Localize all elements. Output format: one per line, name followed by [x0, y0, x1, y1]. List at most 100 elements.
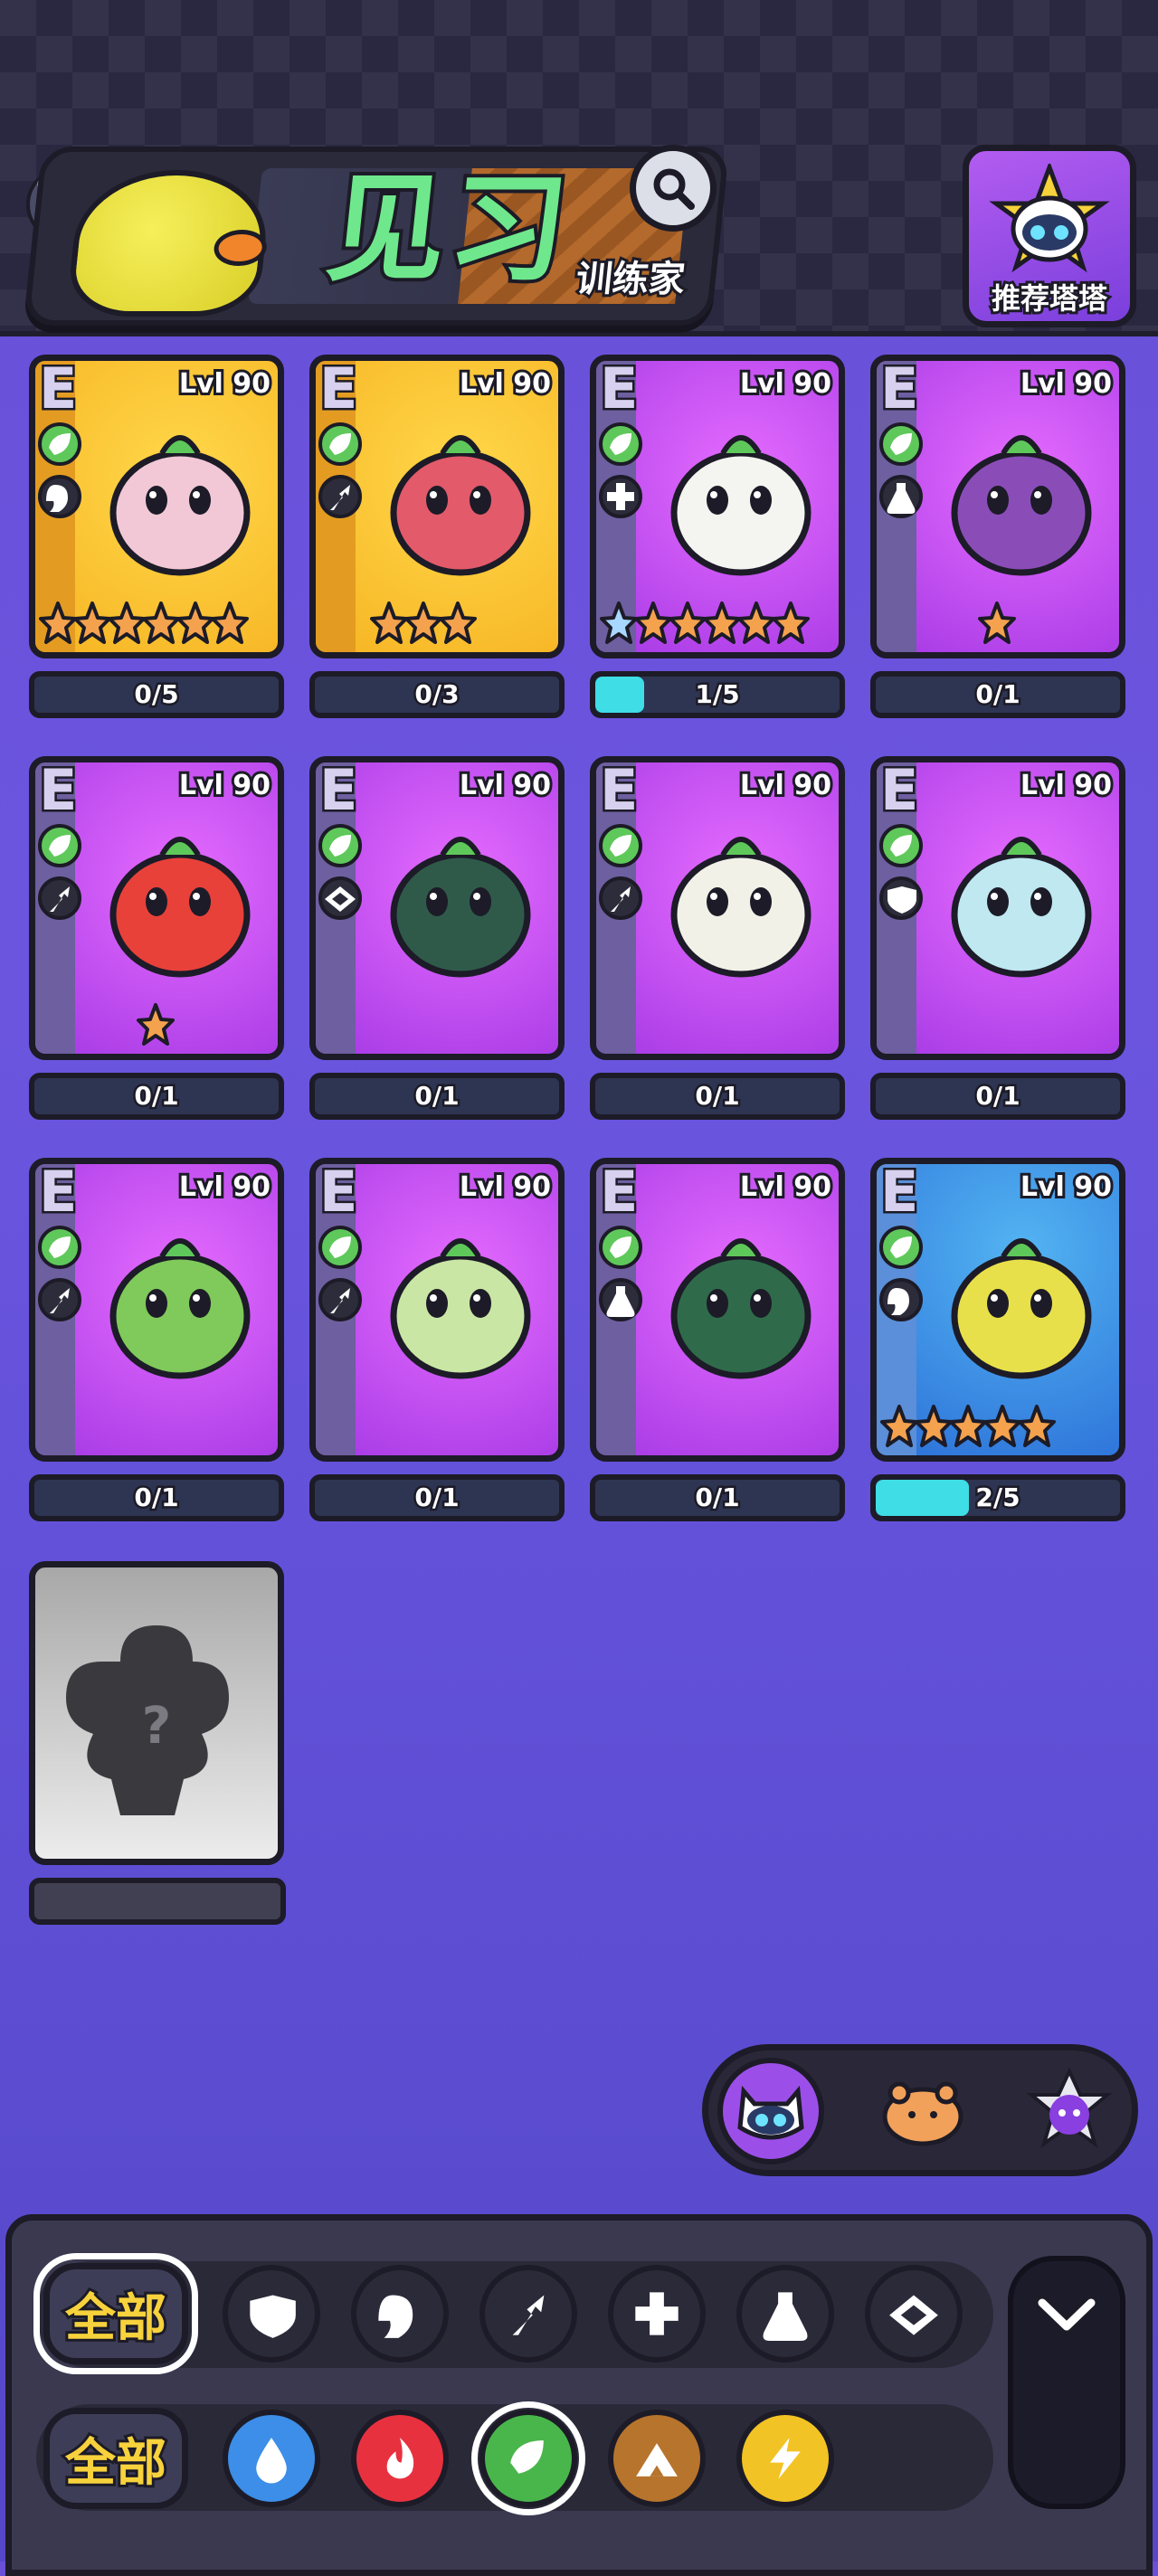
star-icon	[1018, 1405, 1056, 1447]
heal-role-icon	[599, 475, 642, 518]
banner-subtitle: 训练家	[572, 256, 690, 303]
eye-role-icon	[318, 876, 362, 920]
locked-card[interactable]: ?	[29, 1561, 284, 1865]
star-icon	[915, 1405, 953, 1447]
monster-card[interactable]: E Lvl 90	[870, 355, 1125, 658]
element-filter-water[interactable]	[223, 2410, 320, 2507]
shard-progress-bar: 0/1	[309, 1474, 565, 1521]
shard-progress-bar: 0/1	[29, 1073, 284, 1120]
progress-text: 0/1	[132, 1481, 181, 1515]
locked-progress-bar	[29, 1878, 286, 1925]
star-icon	[669, 601, 707, 644]
progress-text: 0/1	[413, 1481, 461, 1515]
attack-role-icon	[38, 1278, 81, 1321]
grass-icon	[510, 2440, 544, 2474]
recommend-button[interactable]: 推荐塔塔	[963, 145, 1136, 327]
star-icon	[772, 601, 810, 644]
role-filter-eye[interactable]	[865, 2265, 963, 2363]
monster-portrait	[670, 1238, 812, 1379]
role-filter-attack[interactable]	[479, 2265, 577, 2363]
view-tab-badge[interactable]	[1016, 2058, 1123, 2164]
progress-text: 0/3	[413, 677, 461, 712]
monster-card[interactable]: E Lvl 90	[309, 756, 565, 1060]
progress-text: 0/1	[693, 1079, 742, 1113]
view-tab-bread[interactable]	[869, 2058, 976, 2164]
trainer-rank-banner: 见习 训练家	[23, 147, 730, 326]
monster-card[interactable]: E Lvl 90	[870, 1158, 1125, 1462]
star-icon	[703, 601, 741, 644]
monster-portrait	[951, 837, 1092, 978]
level-label: Lvl 90	[737, 365, 834, 402]
monster-portrait	[109, 435, 251, 576]
attack-role-icon	[38, 876, 81, 920]
grass-element-icon	[599, 422, 642, 466]
element-filter-fire[interactable]	[351, 2410, 449, 2507]
monster-card[interactable]: E Lvl 90	[590, 756, 845, 1060]
monster-card[interactable]: E Lvl 90	[309, 355, 565, 658]
progress-text: 2/5	[973, 1481, 1022, 1515]
chevron-down-icon	[1035, 2295, 1098, 2334]
monster-card[interactable]: E Lvl 90	[29, 355, 284, 658]
star-icon	[142, 601, 180, 644]
grass-element-icon	[318, 422, 362, 466]
rank-letter: E	[878, 1159, 920, 1227]
level-label: Lvl 90	[1018, 365, 1115, 402]
level-label: Lvl 90	[1018, 1169, 1115, 1206]
shield-icon	[250, 2295, 296, 2338]
shard-progress-bar: 2/5	[870, 1474, 1125, 1521]
level-label: Lvl 90	[1018, 767, 1115, 804]
star-icon	[211, 601, 249, 644]
star-icon	[880, 1405, 918, 1447]
monster-card[interactable]: E Lvl 90	[590, 1158, 845, 1462]
progress-text: 0/1	[693, 1481, 742, 1515]
grass-element-icon	[318, 824, 362, 867]
star-icon	[949, 1405, 987, 1447]
search-button[interactable]	[630, 145, 717, 232]
role-filter-heal[interactable]	[608, 2265, 706, 2363]
attack-role-icon	[318, 1278, 362, 1321]
grass-element-icon	[879, 1226, 923, 1269]
element-filter-grass[interactable]	[471, 2401, 585, 2515]
element-filter-all[interactable]: 全部	[43, 2408, 188, 2509]
shard-progress-bar: 0/1	[29, 1474, 284, 1521]
monster-portrait	[670, 435, 812, 576]
view-tab-tata[interactable]	[717, 2058, 824, 2164]
level-label: Lvl 90	[457, 1169, 554, 1206]
role-filter-shield[interactable]	[223, 2265, 320, 2363]
shard-progress-bar: 0/1	[590, 1474, 845, 1521]
level-label: Lvl 90	[176, 767, 273, 804]
star-rating	[39, 600, 249, 652]
progress-text: 0/1	[132, 1079, 181, 1113]
rank-letter: E	[878, 757, 920, 826]
monster-card[interactable]: E Lvl 90	[29, 1158, 284, 1462]
collapse-button[interactable]	[1008, 2256, 1125, 2509]
potion-role-icon	[599, 1278, 642, 1321]
star-icon	[978, 601, 1016, 644]
shard-progress-bar: 0/1	[590, 1073, 845, 1120]
element-filter-earth[interactable]	[608, 2410, 706, 2507]
rank-letter: E	[36, 355, 79, 424]
attack-role-icon	[599, 876, 642, 920]
role-filter-potion[interactable]	[736, 2265, 834, 2363]
star-icon	[634, 601, 672, 644]
star-rating	[137, 1001, 175, 1054]
role-filter-all[interactable]: 全部	[33, 2253, 198, 2374]
element-filter-electric[interactable]	[736, 2410, 834, 2507]
monster-card[interactable]: E Lvl 90	[29, 756, 284, 1060]
monster-portrait	[390, 1238, 531, 1379]
monster-card[interactable]: E Lvl 90	[309, 1158, 565, 1462]
monster-card[interactable]: E Lvl 90	[870, 756, 1125, 1060]
recommend-label: 推荐塔塔	[989, 279, 1110, 318]
shield-role-icon	[879, 876, 923, 920]
level-label: Lvl 90	[176, 365, 273, 402]
progress-text: 0/1	[413, 1079, 461, 1113]
monster-portrait	[109, 837, 251, 978]
star-icon	[73, 601, 111, 644]
grass-element-icon	[879, 422, 923, 466]
attack-role-icon	[318, 475, 362, 518]
star-rating	[978, 600, 1016, 652]
shard-progress-bar: 0/5	[29, 671, 284, 718]
star-icon	[439, 601, 477, 644]
monster-card[interactable]: E Lvl 90	[590, 355, 845, 658]
role-filter-speed[interactable]	[351, 2265, 449, 2363]
